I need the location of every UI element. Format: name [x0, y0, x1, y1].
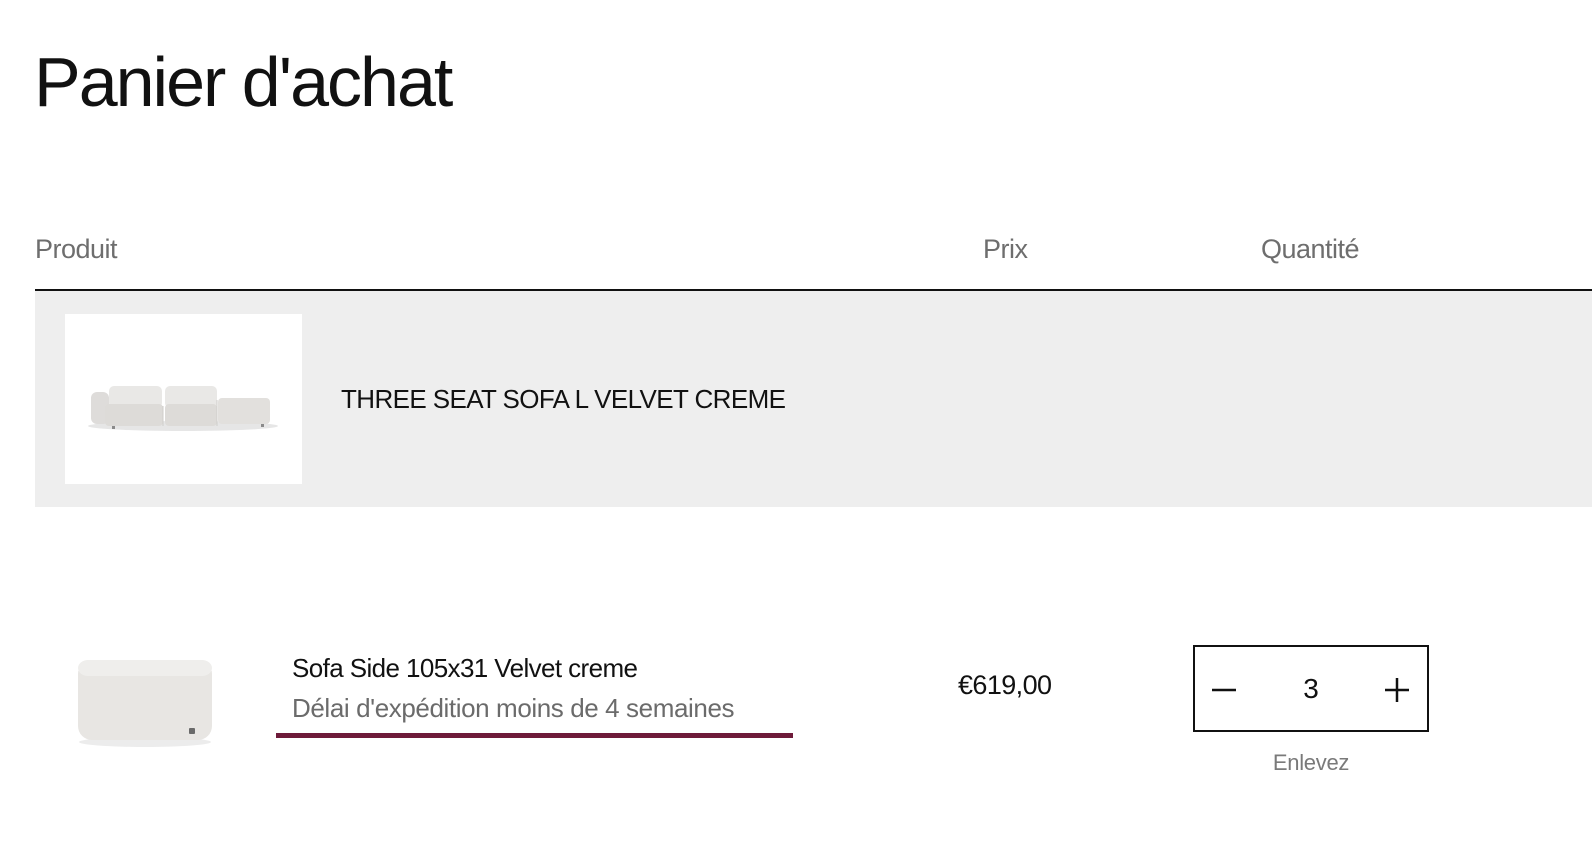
plus-icon	[1385, 678, 1409, 702]
quantity-input[interactable]	[1255, 647, 1367, 730]
item-delivery-time: Délai d'expédition moins de 4 semaines	[292, 693, 735, 723]
minus-icon	[1212, 688, 1236, 692]
increase-quantity-button[interactable]	[1367, 647, 1427, 730]
sofa-image	[88, 386, 278, 431]
item-name[interactable]: Sofa Side 105x31 Velvet creme	[292, 653, 638, 684]
item-accent-underline	[276, 733, 793, 738]
remove-item-link[interactable]: Enlevez	[1193, 750, 1429, 776]
item-product-image[interactable]	[60, 640, 230, 760]
cart-table-header: Produit Prix Quantité	[35, 232, 1592, 291]
item-price: €619,00	[958, 670, 1052, 700]
column-header-product: Produit	[35, 234, 118, 264]
column-header-price: Prix	[983, 234, 1028, 264]
decrease-quantity-button[interactable]	[1195, 647, 1255, 730]
column-header-quantity: Quantité	[1261, 234, 1360, 264]
bundle-product-image[interactable]	[65, 314, 302, 484]
sofa-side-image	[78, 660, 212, 747]
page-title: Panier d'achat	[34, 43, 453, 121]
bundle-row: THREE SEAT SOFA L VELVET CREME	[35, 291, 1592, 507]
bundle-title[interactable]: THREE SEAT SOFA L VELVET CREME	[341, 384, 786, 415]
quantity-stepper	[1193, 645, 1429, 732]
